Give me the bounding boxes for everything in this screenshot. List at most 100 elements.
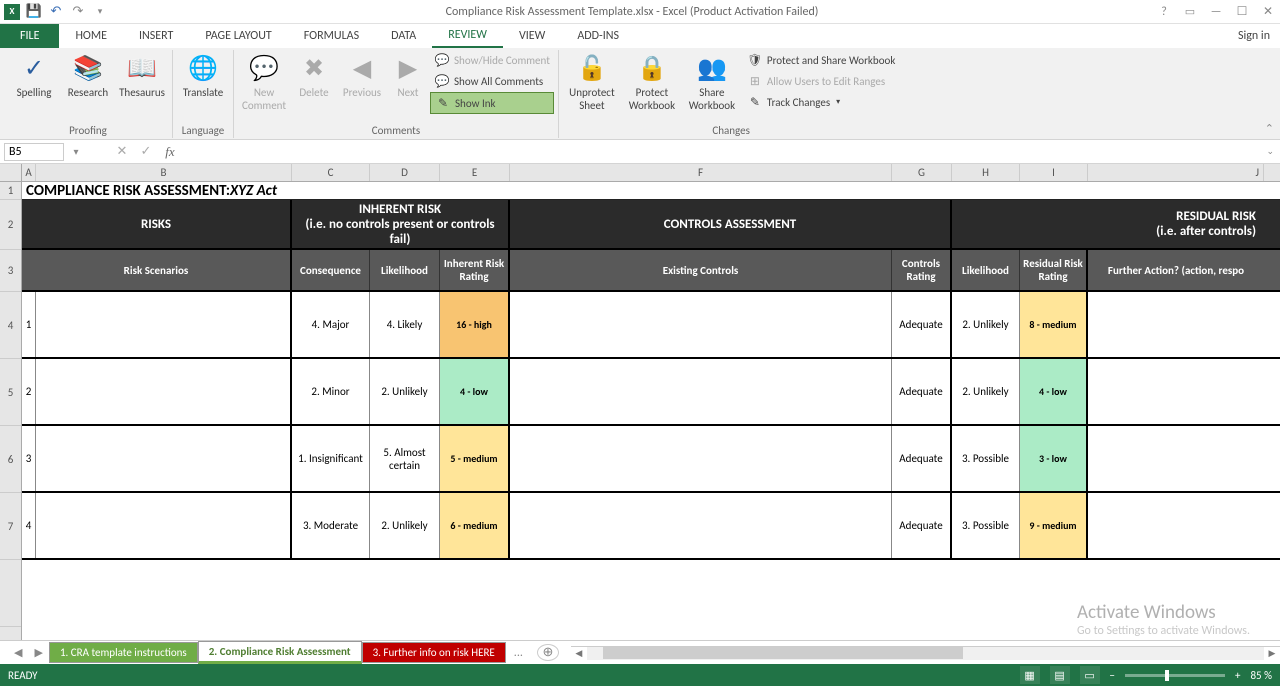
cell-likelihood[interactable]: 2. Unlikely [370,359,440,424]
cell-controls-rating[interactable]: Adequate [892,426,952,491]
cell-likelihood2[interactable]: 2. Unlikely [952,292,1020,357]
cell-inherent-rating[interactable]: 6 - medium [440,493,510,558]
cell-likelihood2[interactable]: 3. Possible [952,426,1020,491]
row-header-5[interactable]: 5 [0,359,21,426]
name-box-dropdown-icon[interactable]: ▾ [68,145,84,158]
spelling-button[interactable]: ✓Spelling [8,50,60,101]
zoom-slider[interactable] [1125,674,1225,677]
qat-dropdown-icon[interactable]: ▾ [92,4,108,20]
view-page-layout-icon[interactable]: ▤ [1050,666,1070,684]
collapse-ribbon-icon[interactable]: ⌃ [1265,122,1274,135]
insert-function-icon[interactable]: fx [160,144,180,160]
view-page-break-icon[interactable]: ▭ [1080,666,1100,684]
cell-inherent-rating[interactable]: 4 - low [440,359,510,424]
zoom-thumb[interactable] [1165,670,1169,681]
translate-button[interactable]: 🌐Translate [177,50,229,101]
cell-consequence[interactable]: 4. Major [292,292,370,357]
ribbon-options-icon[interactable]: ▭ [1182,4,1198,20]
tab-data[interactable]: DATA [375,24,432,48]
col-header-h[interactable]: H [952,164,1020,181]
cell-likelihood2[interactable]: 3. Possible [952,493,1020,558]
cell-scenario[interactable] [36,493,292,558]
cell-existing-controls[interactable] [510,426,892,491]
cell-consequence[interactable]: 1. Insignificant [292,426,370,491]
cell-further-action[interactable] [1088,426,1264,491]
view-normal-icon[interactable]: ▦ [1020,666,1040,684]
protect-workbook-button[interactable]: 🔒Protect Workbook [623,50,681,114]
protect-share-button[interactable]: 🛡Protect and Share Workbook [743,50,899,70]
row-header-4[interactable]: 4 [0,292,21,359]
cell-controls-rating[interactable]: Adequate [892,359,952,424]
save-icon[interactable]: 💾 [26,4,42,20]
row-header-1[interactable]: 1 [0,182,21,200]
cell-scenario[interactable] [36,292,292,357]
tab-formulas[interactable]: FORMULAS [288,24,375,48]
cell-likelihood[interactable]: 4. Likely [370,292,440,357]
cell-likelihood[interactable]: 2. Unlikely [370,493,440,558]
cell-existing-controls[interactable] [510,359,892,424]
cell-inherent-rating[interactable]: 16 - high [440,292,510,357]
cell-scenario[interactable] [36,426,292,491]
tab-review[interactable]: REVIEW [432,24,503,48]
sheet-tab-instructions[interactable]: 1. CRA template instructions [49,642,198,663]
redo-icon[interactable]: ↷ [70,4,86,20]
cell-consequence[interactable]: 2. Minor [292,359,370,424]
cell-controls-rating[interactable]: Adequate [892,292,952,357]
unprotect-sheet-button[interactable]: 🔓Unprotect Sheet [563,50,621,114]
col-header-j[interactable]: J [1088,164,1264,181]
tab-home[interactable]: HOME [59,24,123,48]
tab-file[interactable]: FILE [0,24,59,48]
scroll-right-icon[interactable]: ▶ [1264,647,1280,660]
minimize-icon[interactable]: — [1208,4,1224,20]
thesaurus-button[interactable]: 📖Thesaurus [116,50,168,101]
tab-addins[interactable]: ADD-INS [561,24,635,48]
show-ink-button[interactable]: ✎Show Ink [430,92,554,114]
col-header-a[interactable]: A [22,164,36,181]
share-workbook-button[interactable]: 👥Share Workbook [683,50,741,114]
sheet-nav-next-icon[interactable]: ▶ [28,646,48,659]
col-header-i[interactable]: I [1020,164,1088,181]
tab-page-layout[interactable]: PAGE LAYOUT [189,24,287,48]
sheet-tab-further-info[interactable]: 3. Further info on risk HERE [362,642,506,663]
cell-consequence[interactable]: 3. Moderate [292,493,370,558]
sheet-tab-assessment[interactable]: 2. Compliance Risk Assessment [198,641,362,664]
cell-further-action[interactable] [1088,493,1264,558]
cell-likelihood[interactable]: 5. Almost certain [370,426,440,491]
select-all-button[interactable] [0,164,22,181]
row-header-8[interactable] [0,560,21,627]
sign-in-link[interactable]: Sign in [1228,24,1280,48]
new-sheet-button[interactable]: ⊕ [537,644,559,661]
cell-existing-controls[interactable] [510,292,892,357]
sheet-tab-more[interactable]: ... [506,646,531,660]
help-icon[interactable]: ? [1156,4,1172,20]
cell-residual-rating[interactable]: 9 - medium [1020,493,1088,558]
row-header-6[interactable]: 6 [0,426,21,493]
formula-input[interactable] [184,151,1276,153]
row-header-3[interactable]: 3 [0,250,21,292]
expand-formula-bar-icon[interactable]: ⌄ [1266,146,1274,157]
show-all-comments-button[interactable]: 💬Show All Comments [430,71,554,91]
cell-scenario[interactable] [36,359,292,424]
cell-controls-rating[interactable]: Adequate [892,493,952,558]
row-header-2[interactable]: 2 [0,200,21,250]
scroll-left-icon[interactable]: ◀ [571,647,587,660]
research-button[interactable]: 📚Research [62,50,114,101]
row-header-7[interactable]: 7 [0,493,21,560]
sheet-nav-prev-icon[interactable]: ◀ [8,646,28,659]
cell-existing-controls[interactable] [510,493,892,558]
col-header-g[interactable]: G [892,164,952,181]
maximize-icon[interactable]: ☐ [1234,4,1250,20]
zoom-in-icon[interactable]: + [1235,669,1240,682]
cell-residual-rating[interactable]: 3 - low [1020,426,1088,491]
zoom-value[interactable]: 85 % [1250,669,1272,682]
tab-insert[interactable]: INSERT [123,24,189,48]
cells-area[interactable]: COMPLIANCE RISK ASSESSMENT: XYZ Act RISK… [22,182,1280,640]
cell-further-action[interactable] [1088,292,1264,357]
col-header-e[interactable]: E [440,164,510,181]
col-header-b[interactable]: B [36,164,292,181]
cell-likelihood2[interactable]: 2. Unlikely [952,359,1020,424]
tab-view[interactable]: VIEW [503,24,561,48]
scroll-thumb[interactable] [603,647,963,659]
close-icon[interactable]: ✕ [1260,4,1276,20]
col-header-d[interactable]: D [370,164,440,181]
